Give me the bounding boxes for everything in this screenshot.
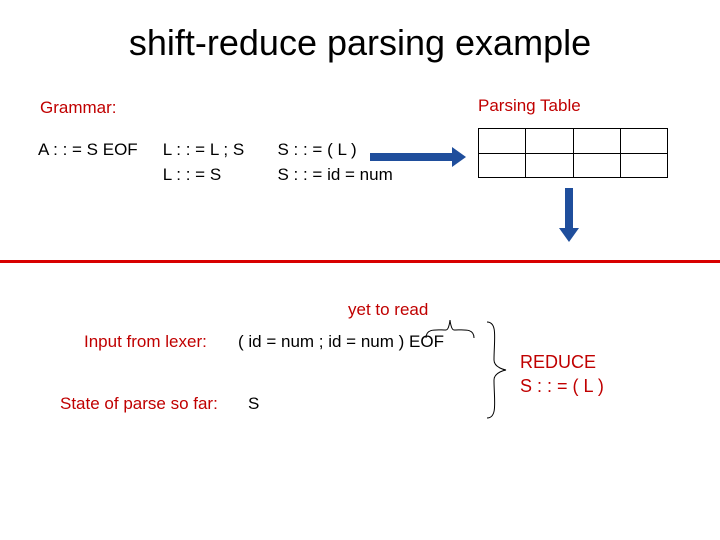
table-cell xyxy=(479,129,525,153)
table-cell xyxy=(620,154,667,177)
input-from-lexer-label: Input from lexer: xyxy=(84,332,207,352)
arrow-down-icon xyxy=(562,188,576,242)
table-row xyxy=(479,153,667,177)
right-brace-icon xyxy=(484,320,508,420)
table-cell xyxy=(573,129,620,153)
divider-line xyxy=(0,260,720,263)
reduce-line1: REDUCE xyxy=(520,350,604,374)
arrow-right-icon xyxy=(370,150,466,164)
table-cell xyxy=(479,154,525,177)
table-cell xyxy=(525,154,572,177)
grammar-rule-s2: S : : = id = num xyxy=(277,163,437,188)
reduce-line2: S : : = ( L ) xyxy=(520,374,604,398)
state-of-parse-value: S xyxy=(248,394,259,414)
grammar-rule-l2: L : : = S xyxy=(163,163,273,188)
table-cell xyxy=(620,129,667,153)
grammar-rule-a: A : : = S EOF xyxy=(38,138,158,163)
parsing-table xyxy=(478,128,668,178)
table-cell xyxy=(525,129,572,153)
parsing-table-heading: Parsing Table xyxy=(478,96,581,116)
reduce-action: REDUCE S : : = ( L ) xyxy=(520,350,604,399)
grammar-heading: Grammar: xyxy=(40,98,117,118)
input-from-lexer-value: ( id = num ; id = num ) EOF xyxy=(238,332,444,352)
table-row xyxy=(479,129,667,153)
table-cell xyxy=(573,154,620,177)
yet-to-read-label: yet to read xyxy=(348,300,428,320)
state-of-parse-label: State of parse so far: xyxy=(60,394,218,414)
slide-title: shift-reduce parsing example xyxy=(0,0,720,64)
grammar-rule-l1: L : : = L ; S xyxy=(163,138,273,163)
